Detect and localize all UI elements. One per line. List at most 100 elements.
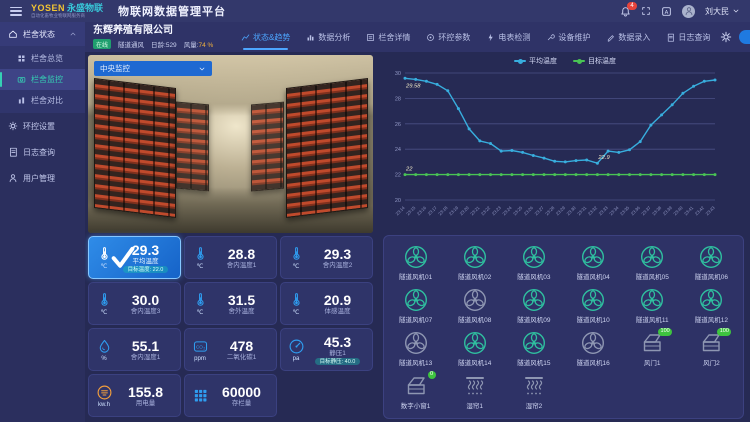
device-湿帘2[interactable]: 湿帘2 [521,370,547,413]
legend-item-目标温度[interactable]: 目标温度 [573,57,616,65]
sidebar-item-log[interactable]: 日志查询 [0,139,85,165]
device-风门2[interactable]: 100风门2 [698,327,724,370]
device-隧道风机10[interactable]: 隧道风机10 [576,284,609,327]
device-隧道风机13[interactable]: 隧道风机13 [399,327,432,370]
sidebar-item-label: 栏舍对比 [31,95,63,106]
svg-text:23:22: 23:22 [480,205,492,217]
fan-icon [403,330,429,356]
legend-item-平均温度[interactable]: 平均温度 [514,57,557,65]
menu-toggle-icon[interactable] [10,7,22,16]
tab-label: 环控参数 [438,32,470,43]
svg-text:23:15: 23:15 [405,205,417,217]
avatar[interactable] [682,5,695,18]
metric-icon-column [189,387,211,404]
metric-card-存栏量[interactable]: 60000存栏量 [184,374,277,417]
svg-text:23:33: 23:33 [598,205,610,217]
chart-legend: 平均温度 目标温度 [383,52,747,65]
device-隧道风机16[interactable]: 隧道风机16 [576,327,609,370]
device-隧道风机06[interactable]: 隧道风机06 [695,241,728,284]
language-icon[interactable]: A [661,6,672,17]
device-隧道风机11[interactable]: 隧道风机11 [636,284,669,327]
metric-card-舍内温度1[interactable]: ℃28.8舍内温度1 [184,236,277,279]
device-label: 隧道风机04 [576,271,609,281]
entry-icon [606,33,615,42]
metric-card-二氧化碳1[interactable]: CO2ppm478二氧化碳1 [184,328,277,371]
metric-card-舍外温度[interactable]: ℃31.5舍外温度 [184,282,277,325]
device-数字小窗1[interactable]: 0数字小窗1 [401,370,431,413]
metric-label: 舍内温度3 [131,308,161,315]
fan-icon [462,287,488,313]
svg-text:23:32: 23:32 [587,205,599,217]
sidebar: 栏舍状态栏舍总览栏舍监控栏舍对比环控设置日志查询用户管理 [0,22,85,422]
svg-text:23:42: 23:42 [694,205,706,217]
device-label: 湿帘2 [526,400,543,410]
metric-icon-column: % [93,338,115,362]
fan-icon [580,287,606,313]
device-隧道风机08[interactable]: 隧道风机08 [458,284,491,327]
sidebar-group-header[interactable]: 栏舍状态 [0,22,85,46]
sidebar-item-gear[interactable]: 环控设置 [0,113,85,139]
svg-text:30: 30 [395,71,401,77]
tab-meter[interactable]: 电表检测 [480,22,536,52]
tab-log[interactable]: 日志查询 [660,22,716,52]
metric-card-用电量[interactable]: kw.h155.8用电量 [88,374,181,417]
camera-selector-dropdown[interactable]: 中央监控 [94,61,212,76]
metric-unit: ppm [194,356,206,362]
compare-icon [17,96,26,105]
settings-gear-icon[interactable] [720,31,732,43]
device-隧道风机12[interactable]: 隧道风机12 [695,284,728,327]
logo-tagline: 自动化畜牧业物联网服务商 [31,14,103,19]
tab-env[interactable]: 环控参数 [420,22,476,52]
svg-text:23:23: 23:23 [491,205,503,217]
metric-card-舍内温度3[interactable]: ℃30.0舍内温度3 [88,282,181,325]
device-隧道风机05[interactable]: 隧道风机05 [636,241,669,284]
fullscreen-icon[interactable] [641,6,651,16]
tab-label: 数据录入 [618,32,650,43]
nav-tabs: 状态&趋势数据分析栏舍详情 环控参数电表检测设备维护 数据录入日志查询 [235,22,716,52]
device-隧道风机09[interactable]: 隧道风机09 [517,284,550,327]
device-隧道风机14[interactable]: 隧道风机14 [458,327,491,370]
thermometer-icon [192,291,209,308]
tab-maintain[interactable]: 设备维护 [540,22,596,52]
sidebar-item-compare[interactable]: 栏舍对比 [0,90,85,111]
device-label: 隧道风机07 [399,314,432,324]
svg-text:CO: CO [195,344,202,349]
metric-card-体感温度[interactable]: ℃20.9体感温度 [280,282,373,325]
sidebar-group-label: 栏舍状态 [23,29,55,40]
device-badge: 0 [428,371,436,379]
device-风门1[interactable]: 100风门1 [639,327,665,370]
device-隧道风机15[interactable]: 隧道风机15 [517,327,550,370]
tab-trend[interactable]: 状态&趋势 [235,22,296,52]
legend-label: 平均温度 [529,56,557,66]
user-menu[interactable]: 刘大民 [705,6,740,17]
device-隧道风机03[interactable]: 隧道风机03 [517,241,550,284]
assistant-button[interactable] [739,30,750,44]
device-湿帘1[interactable]: 湿帘1 [462,370,488,413]
sidebar-item-grid[interactable]: 栏舍总览 [0,48,85,69]
tab-detail[interactable]: 栏舍详情 [360,22,416,52]
metric-label: 存栏量 [232,400,252,407]
metric-unit: % [101,356,106,362]
metric-card-舍内温度2[interactable]: ℃29.3舍内温度2 [280,236,373,279]
notification-bell-icon[interactable]: 4 [620,6,631,17]
sidebar-item-user[interactable]: 用户管理 [0,165,85,191]
tab-analysis[interactable]: 数据分析 [300,22,356,52]
device-隧道风机04[interactable]: 隧道风机04 [576,241,609,284]
device-label: 隧道风机03 [517,271,550,281]
metric-label: 二氧化碳1 [227,354,257,361]
svg-text:23:39: 23:39 [662,205,674,217]
sidebar-item-camera[interactable]: 栏舍监控 [0,69,85,90]
camera-view[interactable]: 中央监控 [88,55,373,233]
metric-value: 30.0 [132,292,159,308]
metric-card-静压1[interactable]: pa45.3静压1目标静压: 40.0 [280,328,373,371]
device-隧道风机02[interactable]: 隧道风机02 [458,241,491,284]
sidebar-item-label: 环控设置 [23,121,55,132]
device-隧道风机07[interactable]: 隧道风机07 [399,284,432,327]
svg-text:26: 26 [395,122,401,128]
legend-marker [514,60,526,62]
device-隧道风机01[interactable]: 隧道风机01 [399,241,432,284]
metric-card-平均温度[interactable]: ℃29.3平均温度目标温度: 22.0 [88,236,181,279]
metric-card-舍内湿度1[interactable]: %55.1舍内湿度1 [88,328,181,371]
tab-entry[interactable]: 数据录入 [600,22,656,52]
metric-value: 28.8 [228,246,255,262]
